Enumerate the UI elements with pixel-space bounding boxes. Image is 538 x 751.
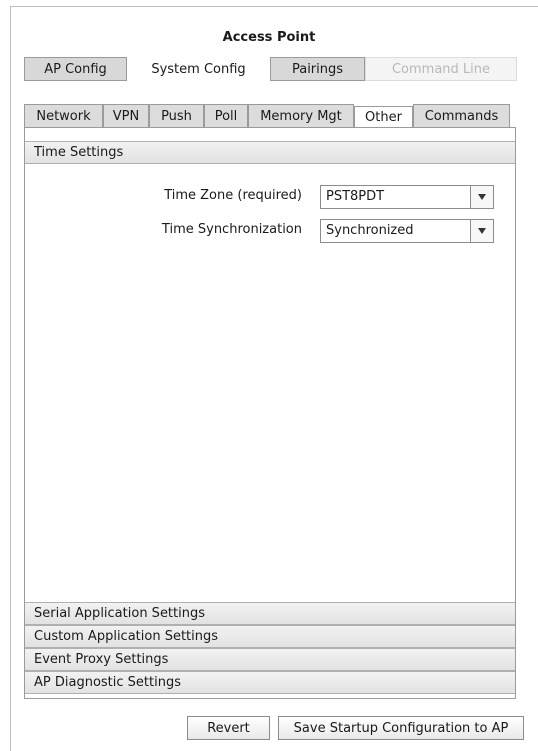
chevron-down-icon[interactable]	[470, 220, 493, 242]
section-header-custom-app[interactable]: Custom Application Settings	[25, 625, 515, 648]
subtab-other[interactable]: Other	[354, 106, 413, 128]
tab-ap-config[interactable]: AP Config	[24, 57, 127, 81]
settings-panel: Time Settings Time Zone (required) PST8P…	[24, 127, 516, 699]
section-header-serial-app[interactable]: Serial Application Settings	[25, 602, 515, 625]
time-sync-label: Time Synchronization	[161, 222, 302, 237]
subtab-poll[interactable]: Poll	[204, 104, 248, 128]
subtab-vpn[interactable]: VPN	[103, 104, 149, 128]
time-sync-value: Synchronized	[326, 223, 414, 238]
subtab-network[interactable]: Network	[24, 104, 103, 128]
window-title: Access Point	[222, 30, 316, 45]
save-startup-config-button[interactable]: Save Startup Configuration to AP	[278, 716, 524, 740]
subtab-commands[interactable]: Commands	[413, 104, 510, 128]
subtab-push[interactable]: Push	[149, 104, 204, 128]
chevron-down-icon[interactable]	[470, 186, 493, 208]
time-sync-select[interactable]: Synchronized	[320, 219, 494, 243]
section-header-event-proxy[interactable]: Event Proxy Settings	[25, 648, 515, 671]
time-zone-select[interactable]: PST8PDT	[320, 185, 494, 209]
subtab-memory-mgt[interactable]: Memory Mgt	[248, 104, 354, 128]
time-zone-value: PST8PDT	[326, 189, 385, 204]
time-zone-label: Time Zone (required)	[164, 188, 302, 203]
section-header-ap-diagnostic[interactable]: AP Diagnostic Settings	[25, 671, 515, 694]
tab-command-line: Command Line	[365, 57, 517, 81]
tab-system-config[interactable]: System Config	[127, 57, 270, 81]
tab-pairings[interactable]: Pairings	[270, 57, 365, 81]
section-header-time-settings[interactable]: Time Settings	[25, 141, 515, 164]
revert-button[interactable]: Revert	[187, 716, 270, 740]
